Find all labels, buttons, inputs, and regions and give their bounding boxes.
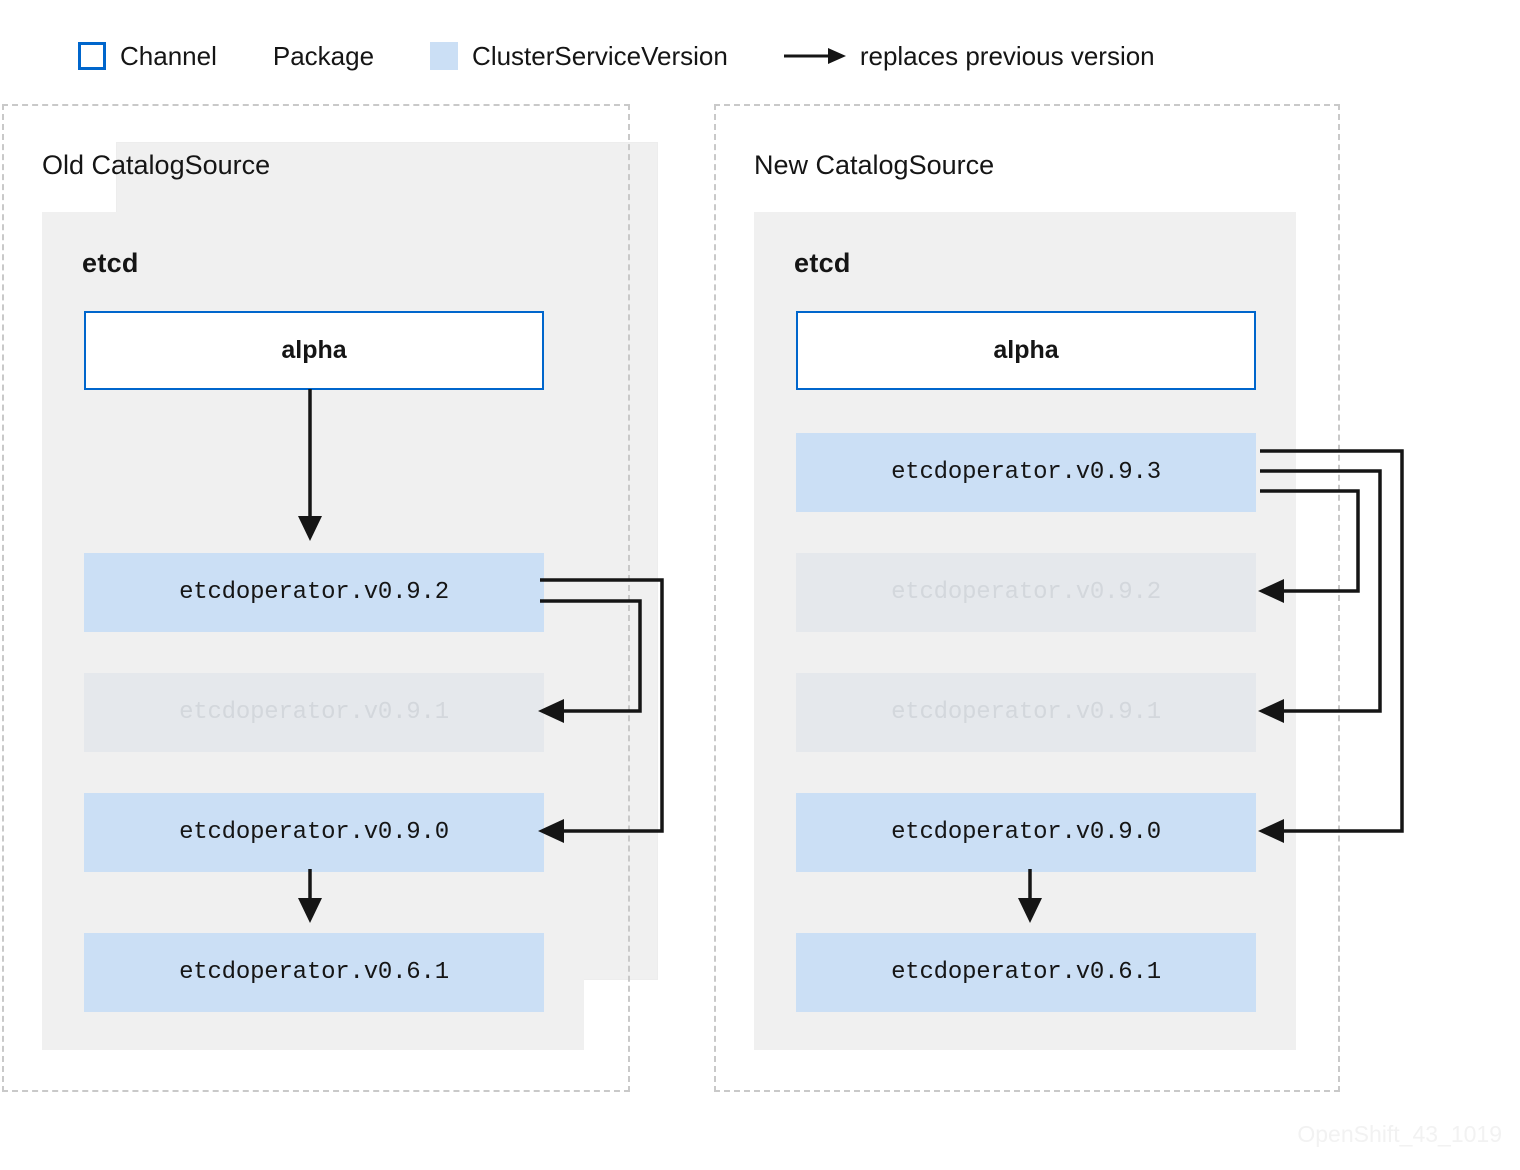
csv-box-etcdoperator-v0-6-1[interactable]: etcdoperator.v0.6.1 xyxy=(796,933,1256,1012)
legend-label-package: Package xyxy=(272,41,375,71)
csv-label: etcdoperator.v0.6.1 xyxy=(891,959,1161,986)
csv-label: etcdoperator.v0.9.0 xyxy=(179,819,449,846)
csv-label: etcdoperator.v0.9.2 xyxy=(179,579,449,606)
package-etcd-new: etcd alpha etcdoperator.v0.9.3 etcdopera… xyxy=(754,212,1296,1050)
legend-item-replaces: replaces previous version xyxy=(783,41,1155,71)
clusterserviceversion-swatch-icon xyxy=(430,42,459,70)
csv-box-etcdoperator-v0-6-1[interactable]: etcdoperator.v0.6.1 xyxy=(84,933,544,1012)
package-etcd-old: etcd alpha etcdoperator.v0.9.2 etcdopera… xyxy=(42,212,584,1050)
legend-item-package: Package xyxy=(116,41,658,980)
csv-box-etcdoperator-v0-9-0[interactable]: etcdoperator.v0.9.0 xyxy=(796,793,1256,872)
csv-box-etcdoperator-v0-9-2[interactable]: etcdoperator.v0.9.2 xyxy=(796,553,1256,632)
catalog-source-new-title: New CatalogSource xyxy=(754,150,995,180)
channel-label: alpha xyxy=(281,336,347,364)
legend-label-replaces: replaces previous version xyxy=(859,41,1155,71)
channel-box-alpha[interactable]: alpha xyxy=(796,311,1256,390)
catalog-source-old: Old CatalogSource etcd alpha etcdoperato… xyxy=(2,104,630,1092)
csv-box-etcdoperator-v0-9-1[interactable]: etcdoperator.v0.9.1 xyxy=(84,673,544,752)
legend-label-clusterserviceversion: ClusterServiceVersion xyxy=(472,41,728,71)
legend-label-channel: Channel xyxy=(120,41,217,71)
csv-box-etcdoperator-v0-9-0[interactable]: etcdoperator.v0.9.0 xyxy=(84,793,544,872)
csv-box-etcdoperator-v0-9-3[interactable]: etcdoperator.v0.9.3 xyxy=(796,433,1256,512)
arrow-swatch-icon xyxy=(783,46,846,66)
package-name-label: etcd xyxy=(82,248,139,278)
csv-label: etcdoperator.v0.9.0 xyxy=(891,819,1161,846)
channel-box-alpha[interactable]: alpha xyxy=(84,311,544,390)
legend-item-clusterserviceversion: ClusterServiceVersion xyxy=(430,42,728,70)
legend: Channel Package ClusterServiceVersion re… xyxy=(78,36,1155,980)
csv-label: etcdoperator.v0.9.2 xyxy=(891,579,1161,606)
channel-swatch-icon xyxy=(78,42,106,70)
watermark-label: OpenShift_43_1019 xyxy=(1297,1121,1502,1147)
catalog-source-old-title: Old CatalogSource xyxy=(42,150,271,180)
csv-box-etcdoperator-v0-9-2[interactable]: etcdoperator.v0.9.2 xyxy=(84,553,544,632)
csv-box-etcdoperator-v0-9-1[interactable]: etcdoperator.v0.9.1 xyxy=(796,673,1256,752)
catalog-source-new: New CatalogSource etcd alpha etcdoperato… xyxy=(714,104,1340,1092)
csv-label: etcdoperator.v0.6.1 xyxy=(179,959,449,986)
channel-label: alpha xyxy=(993,336,1059,364)
legend-item-channel: Channel xyxy=(78,42,217,70)
csv-label: etcdoperator.v0.9.3 xyxy=(891,459,1161,486)
csv-label: etcdoperator.v0.9.1 xyxy=(891,699,1161,726)
package-name-label: etcd xyxy=(794,248,851,278)
csv-label: etcdoperator.v0.9.1 xyxy=(179,699,449,726)
